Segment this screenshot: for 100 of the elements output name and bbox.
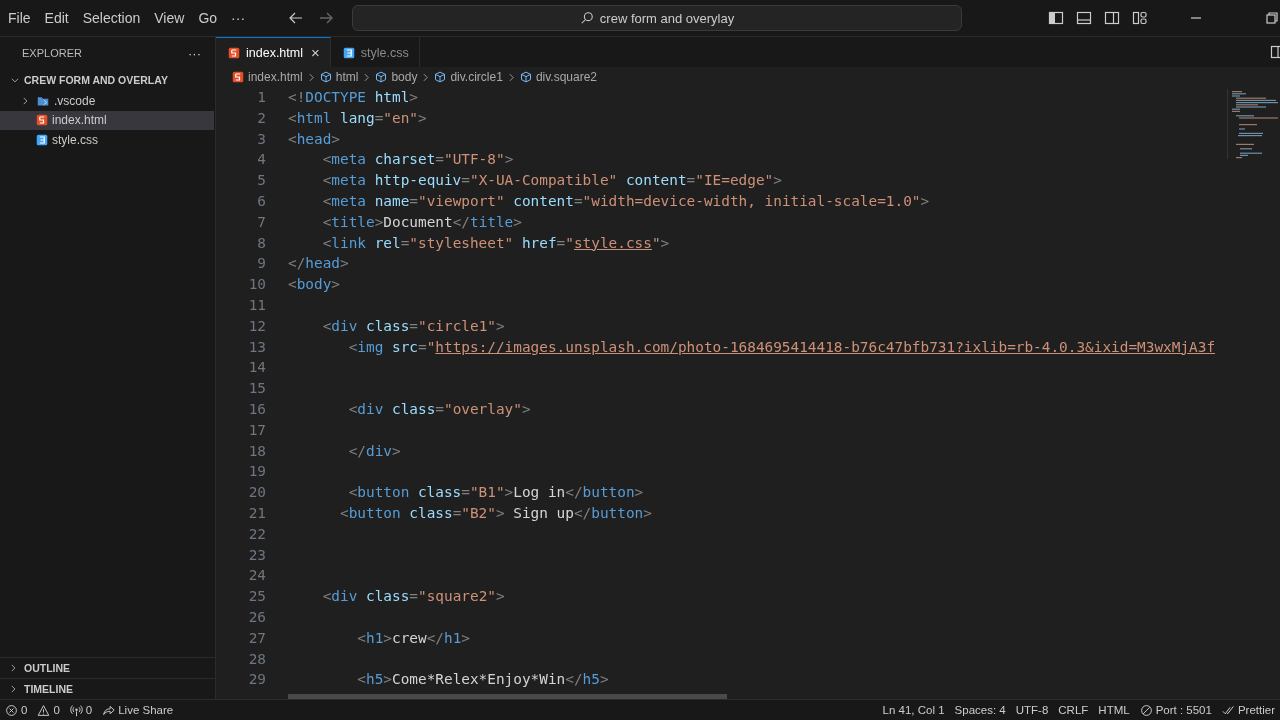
status-item[interactable]: UTF-8 <box>1010 704 1054 716</box>
live-share-icon <box>102 703 116 717</box>
html-file-icon <box>36 114 48 127</box>
chevron-right-icon <box>8 663 18 673</box>
chevron-right-icon <box>8 684 18 694</box>
chevron-right-icon <box>20 95 30 106</box>
css-file-icon <box>342 46 355 59</box>
menu-item[interactable]: Selection <box>75 8 148 28</box>
code-line: <h1>crew</h1> <box>356 629 470 646</box>
status-item[interactable]: Ln 41, Col 1 <box>877 704 950 716</box>
back-arrow-icon[interactable] <box>288 10 305 26</box>
broadcast-icon <box>69 703 83 717</box>
close-tab-button[interactable]: × <box>309 44 320 61</box>
status-item[interactable]: 0 <box>32 703 65 717</box>
code-line: <button class="B2"> Sign up</button> <box>338 504 652 521</box>
status-item[interactable]: Prettier <box>1216 703 1280 717</box>
panel-toggle-icon[interactable] <box>1076 10 1092 26</box>
line-number: 4 <box>256 150 266 170</box>
line-number: 23 <box>247 545 266 565</box>
status-item[interactable]: CRLF <box>1053 704 1094 716</box>
breadcrumb-item[interactable]: div.circle1 <box>450 70 503 84</box>
editor-tab[interactable]: index.html × <box>216 37 331 67</box>
status-item[interactable]: Port : 5501 <box>1134 703 1217 717</box>
primary-sidebar-toggle-icon[interactable] <box>1048 10 1064 26</box>
chevron-right-icon <box>362 72 372 82</box>
file-tree-item[interactable]: .vscode <box>0 91 214 111</box>
menu-item[interactable]: Edit <box>37 8 76 28</box>
line-number: 25 <box>247 587 266 607</box>
blocked-icon <box>1139 703 1153 717</box>
code-line: <head> <box>288 130 340 147</box>
menu-item[interactable]: View <box>147 8 192 28</box>
forward-arrow-icon[interactable] <box>318 10 335 26</box>
line-number: 14 <box>247 358 266 378</box>
minimap[interactable] <box>1230 89 1278 159</box>
double-check-icon <box>1221 703 1235 717</box>
file-tree-item[interactable]: index.html <box>0 110 214 130</box>
status-item[interactable]: 0 <box>0 703 33 717</box>
code-line: <body> <box>288 276 340 293</box>
menu-item[interactable]: Go <box>191 8 225 28</box>
line-number: 6 <box>256 192 266 211</box>
line-number: 29 <box>247 670 266 690</box>
section-header[interactable]: OUTLINE <box>0 657 215 678</box>
cube-icon <box>434 71 447 83</box>
html-file-icon <box>228 46 240 59</box>
line-number: 21 <box>247 503 266 523</box>
line-number: 7 <box>256 212 266 232</box>
restore-icon[interactable] <box>1264 10 1280 26</box>
status-item[interactable]: 0 <box>64 703 98 717</box>
code-line: <html lang="en"> <box>288 109 427 126</box>
cube-icon <box>375 71 388 83</box>
line-number: 10 <box>247 275 266 295</box>
breadcrumb-item[interactable]: div.square2 <box>535 70 598 84</box>
css-file-icon <box>36 133 48 146</box>
code-line: <meta charset="UTF-8"> <box>321 151 514 168</box>
breadcrumb-item[interactable]: index.html <box>248 70 303 84</box>
line-number: 26 <box>247 607 266 627</box>
line-number: 16 <box>247 399 266 419</box>
code-line: <h5>Come*Relex*Enjoy*Win</h5> <box>356 671 609 688</box>
code-line: <link rel="stylesheet" href="style.css"> <box>321 234 670 251</box>
code-line: </head> <box>288 255 349 272</box>
code-line: <title>Document</title> <box>321 213 522 230</box>
menu-item[interactable]: File <box>1 8 38 28</box>
search-field[interactable]: crew form and overylay <box>352 5 962 31</box>
chevron-right-icon <box>421 72 431 82</box>
line-number: 15 <box>247 379 266 399</box>
code-line: <div class="square2"> <box>321 588 505 605</box>
line-number: 5 <box>256 171 266 191</box>
code-line: <meta name="viewport" content="width=device-width, initial-scale=1.0"> <box>321 193 930 209</box>
line-number: 20 <box>247 483 266 503</box>
file-tree-item[interactable]: style.css <box>0 130 214 150</box>
cube-icon <box>319 71 332 83</box>
breadcrumb-item[interactable]: html <box>335 70 359 84</box>
error-icon <box>5 703 18 717</box>
status-item[interactable]: Live Share <box>97 703 179 717</box>
code-line: <meta http-equiv="X-UA-Compatible" content="IE=edge"> <box>321 172 782 189</box>
chevron-right-icon <box>506 72 516 82</box>
more-actions-button[interactable]: ··· <box>188 45 201 61</box>
code-line: <div class="circle1"> <box>321 317 505 334</box>
line-number: 18 <box>247 441 266 461</box>
menu-item[interactable]: ··· <box>224 8 253 28</box>
code-line: <!DOCTYPE html> <box>288 89 418 105</box>
status-item[interactable]: HTML <box>1093 704 1135 716</box>
line-number: 8 <box>256 233 266 253</box>
cube-icon <box>519 71 532 83</box>
folder-header[interactable]: CREW FORM AND OVERLAY <box>0 69 215 91</box>
line-number: 17 <box>247 420 266 440</box>
line-number: 11 <box>247 295 266 315</box>
line-number: 2 <box>256 108 266 128</box>
secondary-sidebar-toggle-icon[interactable] <box>1104 10 1120 26</box>
horizontal-scrollbar[interactable] <box>288 694 727 699</box>
warning-icon <box>37 703 51 717</box>
customize-layout-icon[interactable] <box>1132 10 1148 26</box>
code-line: <img src="https://images.unsplash.com/photo-1684695414418-b76c47bfb731?ixlib=rb-4.0.3&ixid=M3wxMjA3f <box>347 338 1216 355</box>
folder-icon <box>36 94 50 107</box>
line-number: 12 <box>247 316 266 336</box>
status-item[interactable]: Spaces: 4 <box>949 704 1011 716</box>
line-number: 9 <box>256 254 266 274</box>
breadcrumb-item[interactable]: body <box>391 70 418 84</box>
html-file-icon <box>232 71 244 83</box>
line-number: 1 <box>256 88 266 107</box>
